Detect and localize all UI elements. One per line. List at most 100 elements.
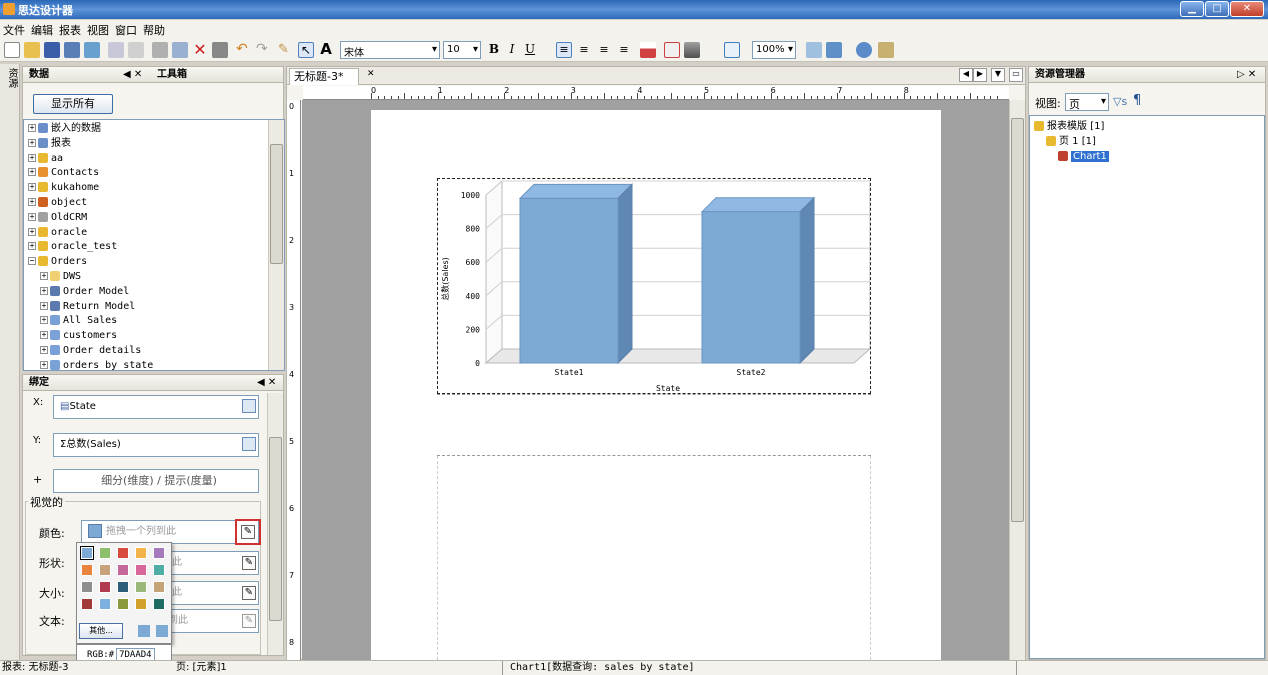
recent-color-1[interactable] <box>138 625 150 637</box>
palette-swatch[interactable] <box>81 598 93 610</box>
chart1-element[interactable]: 1000 800 600 400 200 0 State1 State2 State 总数(Sal… <box>437 178 871 394</box>
print-preview-icon[interactable] <box>128 42 144 58</box>
expand-toggle-icon[interactable]: + <box>28 124 36 132</box>
palette-swatch[interactable] <box>81 564 93 576</box>
palette-swatch[interactable] <box>117 547 129 559</box>
panel-pin-icon[interactable]: ◀ ✕ <box>123 67 142 82</box>
close-button[interactable]: ✕ <box>1230 1 1264 17</box>
justify-icon[interactable]: ≡ <box>616 42 632 58</box>
recent-color-2[interactable] <box>156 625 168 637</box>
color-swatch[interactable] <box>88 524 102 538</box>
expand-toggle-icon[interactable]: + <box>40 360 48 369</box>
menu-view[interactable]: 视图 <box>84 20 112 40</box>
palette-swatch[interactable] <box>117 581 129 593</box>
expand-toggle-icon[interactable]: + <box>28 197 36 206</box>
palette-swatch[interactable] <box>81 581 93 593</box>
palette-swatch[interactable] <box>153 598 165 610</box>
table-icon[interactable] <box>724 42 740 58</box>
tree-item[interactable]: + object <box>28 196 284 211</box>
tree-item[interactable]: + customers <box>28 329 284 344</box>
tree-item[interactable]: + Return Model <box>28 300 284 315</box>
palette-swatch[interactable] <box>80 546 94 560</box>
select-arrow-icon[interactable]: ↖ <box>298 42 314 58</box>
new-file-icon[interactable] <box>4 42 20 58</box>
tree-item[interactable]: + orders by state <box>28 359 284 370</box>
tree-item[interactable]: + aa <box>28 152 284 167</box>
undo-icon[interactable]: ↶ <box>236 42 252 58</box>
expand-toggle-icon[interactable]: + <box>28 153 36 162</box>
publish-icon[interactable] <box>84 42 100 58</box>
side-tab-resource[interactable]: 资源 <box>4 68 19 88</box>
menu-edit[interactable]: 编辑 <box>28 20 56 40</box>
zoom-in-icon[interactable] <box>826 42 842 58</box>
pilcrow-icon[interactable]: ¶ <box>1133 93 1141 108</box>
palette-swatch[interactable] <box>153 564 165 576</box>
expand-toggle-icon[interactable]: + <box>40 316 48 325</box>
tree-item[interactable]: + oracle <box>28 226 284 241</box>
italic-button[interactable]: I <box>504 42 520 58</box>
align-center-icon[interactable]: ≡ <box>576 42 592 58</box>
expand-toggle-icon[interactable]: − <box>28 257 36 266</box>
resource-tree[interactable]: 报表模版 [1] 页 1 [1] Chart1 <box>1029 115 1265 659</box>
border-style-icon[interactable] <box>684 42 700 58</box>
palette-swatch[interactable] <box>99 547 111 559</box>
palette-swatch[interactable] <box>135 598 147 610</box>
color-picker-button[interactable]: ✎ <box>235 519 261 545</box>
scrollbar-thumb[interactable] <box>1011 118 1024 522</box>
expand-toggle-icon[interactable]: + <box>40 286 48 295</box>
tab-toolbox[interactable]: 工具箱 <box>157 67 187 82</box>
palette-swatch[interactable] <box>117 598 129 610</box>
redo-icon[interactable]: ↷ <box>256 42 272 58</box>
palette-swatch[interactable] <box>99 564 111 576</box>
tab-maximize-icon[interactable]: ▭ <box>1009 68 1023 82</box>
panel-pin-icon[interactable]: ▷ ✕ <box>1237 67 1256 82</box>
palette-swatch[interactable] <box>135 581 147 593</box>
refresh-icon[interactable] <box>856 42 872 58</box>
border-color-icon[interactable] <box>664 42 680 58</box>
copy-icon[interactable] <box>172 42 188 58</box>
delete-icon[interactable]: ✕ <box>192 42 208 58</box>
detail-drop-zone[interactable]: 细分(维度) / 提示(度量) <box>53 469 259 493</box>
tab-close-icon[interactable]: ✕ <box>367 69 375 79</box>
expand-toggle-icon[interactable]: + <box>28 227 36 236</box>
palette-swatch[interactable] <box>153 581 165 593</box>
design-canvas[interactable]: 1000 800 600 400 200 0 State1 State2 State 总数(Sal… <box>302 100 1009 660</box>
filter-icon[interactable]: ▽s <box>1113 95 1127 108</box>
expand-toggle-icon[interactable]: + <box>28 183 36 192</box>
tab-untitled-3[interactable]: 无标题-3* <box>289 68 359 85</box>
tree-item[interactable]: + Contacts <box>28 166 284 181</box>
cut-icon[interactable] <box>152 42 168 58</box>
binding-scrollbar[interactable] <box>267 393 283 655</box>
align-left-icon[interactable]: ≡ <box>556 42 572 58</box>
tree-item[interactable]: + kukahome <box>28 181 284 196</box>
tree-item[interactable]: + OldCRM <box>28 211 284 226</box>
save-icon[interactable] <box>44 42 60 58</box>
resource-icon[interactable] <box>878 42 894 58</box>
palette-swatch[interactable] <box>135 547 147 559</box>
more-colors-button[interactable]: 其他... <box>79 623 123 639</box>
minimize-button[interactable]: ▁ <box>1180 1 1204 17</box>
zoom-out-icon[interactable] <box>806 42 822 58</box>
save-as-icon[interactable] <box>64 42 80 58</box>
size-edit-icon[interactable]: ✎ <box>242 586 256 600</box>
expand-toggle-icon[interactable]: + <box>28 138 36 147</box>
palette-swatch[interactable] <box>153 547 165 559</box>
font-select[interactable]: 宋体 <box>340 41 440 59</box>
paste-icon[interactable] <box>212 42 228 58</box>
menu-help[interactable]: 帮助 <box>140 20 168 40</box>
color-drop-zone[interactable]: 拖拽一个列到此 <box>81 520 259 544</box>
editor-vertical-scrollbar[interactable] <box>1009 100 1025 660</box>
menu-report[interactable]: 报表 <box>56 20 84 40</box>
tab-scroll-right-icon[interactable]: ▶ <box>973 68 987 82</box>
menu-file[interactable]: 文件 <box>0 20 28 40</box>
tab-list-icon[interactable]: ▼ <box>991 68 1005 82</box>
palette-swatch[interactable] <box>99 581 111 593</box>
preview-icon[interactable] <box>108 42 124 58</box>
font-size-select[interactable]: 10 <box>443 41 481 59</box>
expand-toggle-icon[interactable]: + <box>40 345 48 354</box>
y-field[interactable]: Σ总数(Sales) <box>53 433 259 457</box>
tree-item[interactable]: + Order Model <box>28 285 284 300</box>
format-painter-icon[interactable]: ✎ <box>278 42 294 58</box>
expand-toggle-icon[interactable]: + <box>28 212 36 221</box>
bold-button[interactable]: B <box>486 42 502 58</box>
